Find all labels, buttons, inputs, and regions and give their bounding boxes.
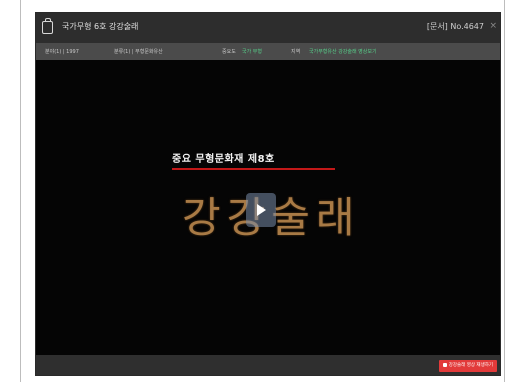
document-number: [문서] No.4647 — [426, 22, 484, 31]
play-icon[interactable] — [246, 193, 276, 227]
page-border-left — [20, 0, 21, 382]
close-icon[interactable]: × — [489, 21, 497, 31]
info-bar: 분야(1) | 1997 분류(1) | 무형문화유산 중요도 국가 무형 지역… — [36, 43, 500, 60]
button-icon — [442, 362, 447, 367]
info-category: 분야(1) | 1997 — [45, 49, 79, 55]
video-player[interactable]: 중요 무형문화재 제8호 강강술래 — [36, 60, 500, 355]
play-video-button-label: 강강술래 영상 재생하기 — [448, 363, 493, 368]
player-footer: 강강술래 영상 재생하기 — [36, 355, 500, 375]
info-importance-label: 중요도 — [222, 49, 236, 55]
video-subtitle: 중요 무형문화재 제8호 — [172, 154, 275, 165]
page-border-right — [504, 0, 505, 382]
window-title: 국가무형 6호 강강술래 — [62, 22, 139, 31]
info-video-link[interactable]: 국가무형유산 강강술래 영상보기 — [309, 48, 377, 55]
play-video-button[interactable]: 강강술래 영상 재생하기 — [438, 360, 497, 372]
info-importance-value: 국가 무형 — [242, 49, 262, 55]
media-viewer-window: 국가무형 6호 강강술래 [문서] No.4647 × 분야(1) | 1997… — [35, 12, 501, 376]
info-region-label: 지역 — [291, 49, 301, 55]
title-bar: 국가무형 6호 강강술래 [문서] No.4647 × — [36, 13, 500, 43]
info-classification: 분류(1) | 무형문화유산 — [114, 49, 163, 55]
subtitle-underline — [172, 168, 335, 170]
document-icon — [42, 18, 53, 34]
